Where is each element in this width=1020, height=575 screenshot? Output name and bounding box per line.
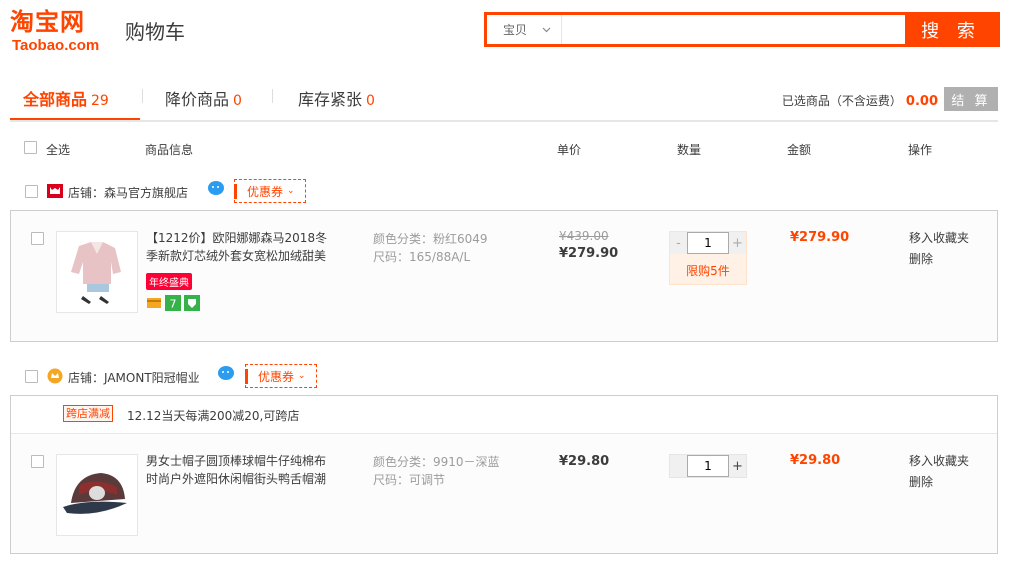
item-color-prop: 颜色分类：9910－深蓝: [373, 455, 500, 469]
coupon-button[interactable]: 优惠券 ⌄: [234, 179, 306, 203]
select-all-label[interactable]: 全选: [46, 141, 70, 158]
item-color-prop: 颜色分类：粉红6049: [373, 232, 488, 246]
selected-label: 已选商品（不含运费）: [781, 94, 902, 108]
column-header: 全选 商品信息 单价 数量 金额 操作: [10, 135, 998, 161]
selected-summary: 已选商品（不含运费） 0.00: [782, 92, 938, 109]
coupon-button[interactable]: 优惠券 ⌄: [245, 364, 317, 388]
item-amount: ¥279.90: [790, 230, 850, 245]
item-image[interactable]: [56, 231, 138, 313]
tab-label: 降价商品: [165, 90, 230, 109]
item-size-prop: 尺码：可调节: [373, 473, 446, 487]
search-category-select[interactable]: 宝贝: [487, 15, 562, 44]
promotion-row: 跨店满减 12.12当天每满200减20,可跨店: [11, 396, 997, 434]
quantity-stepper: +: [669, 454, 747, 478]
item-checkbox[interactable]: [31, 232, 44, 245]
quantity-input[interactable]: [687, 232, 729, 254]
selected-total: 0.00: [905, 94, 938, 109]
quantity-stepper: - +: [670, 232, 746, 256]
move-to-favorites-link[interactable]: 移入收藏夹: [909, 228, 969, 249]
seven-day-return-icon: 7: [165, 295, 181, 311]
shop-prefix: 店铺：: [68, 186, 105, 200]
coupon-label: 优惠券: [247, 184, 284, 199]
wangwang-chat-icon[interactable]: [217, 365, 235, 381]
active-tab-indicator: [10, 118, 140, 120]
wangwang-chat-icon[interactable]: [207, 180, 225, 196]
quantity-plus-button[interactable]: +: [729, 232, 746, 254]
svg-text:7: 7: [170, 298, 177, 311]
cap-product-image: [57, 455, 137, 535]
original-price: ¥439.00: [559, 229, 609, 243]
jacket-product-image: [57, 232, 137, 312]
page-title: 购物车: [125, 20, 185, 44]
chevron-down-icon: ⌄: [298, 371, 306, 381]
tmall-shop-icon: [47, 184, 63, 198]
coupon-label: 优惠券: [258, 369, 295, 384]
tab-divider: [142, 89, 143, 103]
col-quantity: 数量: [677, 143, 702, 157]
logo-cn-text: 淘宝网: [10, 8, 85, 36]
col-unit-price: 单价: [557, 143, 582, 157]
current-price: ¥279.90: [559, 246, 619, 261]
delete-link[interactable]: 删除: [909, 472, 969, 493]
checkout-button[interactable]: 结 算: [944, 87, 998, 111]
tab-low-stock[interactable]: 库存紧张 0: [298, 86, 375, 110]
search-category-label: 宝贝: [503, 23, 528, 37]
quantity-minus-button[interactable]: -: [670, 232, 687, 254]
quantity-plus-button[interactable]: +: [729, 455, 746, 477]
shop-prefix: 店铺：: [68, 371, 105, 385]
item-checkbox[interactable]: [31, 455, 44, 468]
tab-label: 库存紧张: [298, 90, 363, 109]
search-input[interactable]: [562, 15, 905, 44]
shop-checkbox[interactable]: [25, 370, 38, 383]
shop-name[interactable]: 森马官方旗舰店: [104, 186, 188, 200]
tab-price-drop[interactable]: 降价商品 0: [165, 86, 242, 110]
shop-items-box: 跨店满减 12.12当天每满200减20,可跨店 男女士帽子圆顶棒球帽牛仔纯棉布…: [10, 395, 998, 554]
shop-crown-icon: [47, 368, 63, 384]
cart-tabs: 全部商品 29 降价商品 0 库存紧张 0 已选商品（不含运费） 0.00 结 算: [10, 80, 998, 122]
tab-divider: [272, 89, 273, 103]
item-title[interactable]: 【1212价】欧阳娜娜森马2018冬季新款灯芯绒外套女宽松加绒甜美: [146, 229, 334, 265]
current-price: ¥29.80: [559, 454, 610, 469]
cart-item: 男女士帽子圆顶棒球帽牛仔纯棉布时尚户外遮阳休闲帽街头鸭舌帽潮 颜色分类：9910…: [11, 434, 997, 554]
tab-label: 全部商品: [23, 90, 88, 109]
taobao-logo[interactable]: 淘宝网 Taobao.com: [10, 8, 118, 56]
select-all-checkbox[interactable]: [24, 141, 37, 154]
cross-store-discount-tag: 跨店满减: [63, 405, 113, 422]
tab-count: 29: [91, 93, 109, 109]
chevron-down-icon: ⌄: [287, 186, 295, 196]
col-item-info: 商品信息: [145, 143, 194, 157]
credit-card-icon: [147, 298, 161, 308]
col-operations: 操作: [908, 143, 933, 157]
quantity-input[interactable]: [687, 455, 729, 477]
chevron-down-icon: [542, 27, 551, 32]
quantity-minus-button[interactable]: [670, 455, 687, 477]
guarantee-icon: [184, 295, 200, 311]
shop-row: 店铺：森马官方旗舰店 优惠券 ⌄: [10, 179, 998, 205]
item-size-prop: 尺码：165/88A/L: [373, 250, 471, 264]
cart-item: 【1212价】欧阳娜娜森马2018冬季新款灯芯绒外套女宽松加绒甜美 年终盛典 7…: [11, 211, 997, 331]
shop-row: 店铺：JAMONT阳冠帽业 优惠券 ⌄: [10, 364, 998, 390]
promotion-badge: 年终盛典: [146, 273, 192, 290]
col-amount: 金额: [787, 143, 812, 157]
delete-link[interactable]: 删除: [909, 249, 969, 270]
search-bar: 宝贝 搜 索: [484, 12, 1000, 47]
logo-en-text: Taobao.com: [12, 37, 100, 54]
promotion-text: 12.12当天每满200减20,可跨店: [127, 409, 300, 423]
search-button[interactable]: 搜 索: [905, 15, 997, 44]
item-title[interactable]: 男女士帽子圆顶棒球帽牛仔纯棉布时尚户外遮阳休闲帽街头鸭舌帽潮: [146, 452, 334, 488]
purchase-limit: 限购5件: [686, 264, 730, 278]
tab-count: 0: [366, 93, 375, 109]
shop-name[interactable]: JAMONT阳冠帽业: [104, 371, 200, 385]
tab-count: 0: [233, 93, 242, 109]
shop-checkbox[interactable]: [25, 185, 38, 198]
quantity-box: - + 限购5件: [669, 231, 747, 285]
move-to-favorites-link[interactable]: 移入收藏夹: [909, 451, 969, 472]
item-amount: ¥29.80: [790, 453, 841, 468]
shop-items-box: 【1212价】欧阳娜娜森马2018冬季新款灯芯绒外套女宽松加绒甜美 年终盛典 7…: [10, 210, 998, 342]
tab-all-items[interactable]: 全部商品 29: [23, 86, 109, 110]
item-image[interactable]: [56, 454, 138, 536]
